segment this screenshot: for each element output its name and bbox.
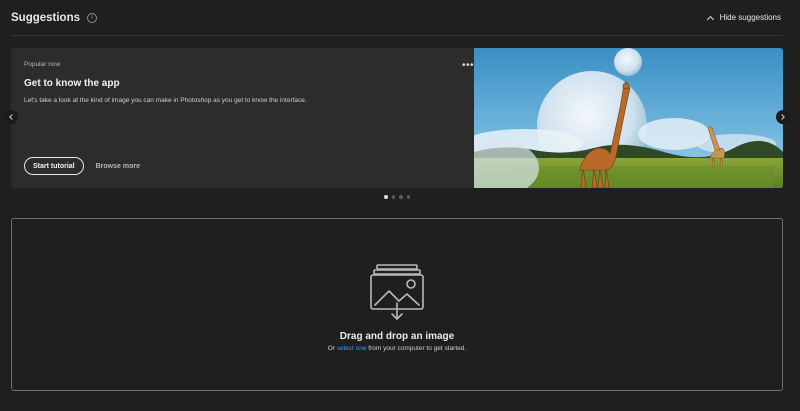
card-text: Popular now Get to know the app Let's ta…: [24, 48, 474, 188]
browse-more-link[interactable]: Browse more: [96, 163, 140, 170]
start-tutorial-button[interactable]: Start tutorial: [24, 157, 84, 175]
suggestion-card: Popular now Get to know the app Let's ta…: [11, 48, 783, 188]
dropzone-title: Drag and drop an image: [339, 331, 455, 342]
suggestions-header: Suggestions i Hide suggestions: [11, 0, 783, 36]
chevron-up-icon: [706, 15, 714, 23]
previous-arrow-icon[interactable]: [4, 110, 18, 124]
carousel-pagination: [384, 195, 410, 199]
dropzone-subtitle: Or select one from your computer to get …: [12, 345, 782, 352]
select-one-link[interactable]: select one: [337, 345, 367, 352]
image-upload-icon: [370, 264, 424, 320]
card-eyebrow: Popular now: [24, 61, 61, 68]
dropzone-sub-prefix: Or: [327, 345, 337, 352]
carousel-dot[interactable]: [406, 195, 410, 199]
header-left: Suggestions i: [11, 11, 98, 24]
carousel-dot[interactable]: [399, 195, 403, 199]
image-dropzone[interactable]: Drag and drop an image Or select one fro…: [11, 218, 783, 391]
hide-suggestions-label: Hide suggestions: [719, 13, 781, 22]
more-options-icon[interactable]: •••: [462, 60, 474, 71]
card-actions: Start tutorial Browse more: [24, 157, 140, 175]
giraffes-moon-image: [474, 48, 783, 188]
dropzone-sub-suffix: from your computer to get started.: [366, 345, 467, 352]
carousel-dot[interactable]: [384, 195, 388, 199]
card-image: [474, 48, 783, 188]
home-screen: Suggestions i Hide suggestions Popular n…: [0, 0, 800, 411]
card-description: Let's take a look at the kind of image y…: [24, 97, 307, 104]
card-title: Get to know the app: [24, 78, 120, 89]
carousel-dot[interactable]: [391, 195, 395, 199]
info-icon[interactable]: i: [87, 12, 98, 23]
next-arrow-icon[interactable]: [776, 110, 790, 124]
hide-suggestions-button[interactable]: Hide suggestions: [706, 13, 783, 23]
page-title: Suggestions: [11, 11, 81, 24]
